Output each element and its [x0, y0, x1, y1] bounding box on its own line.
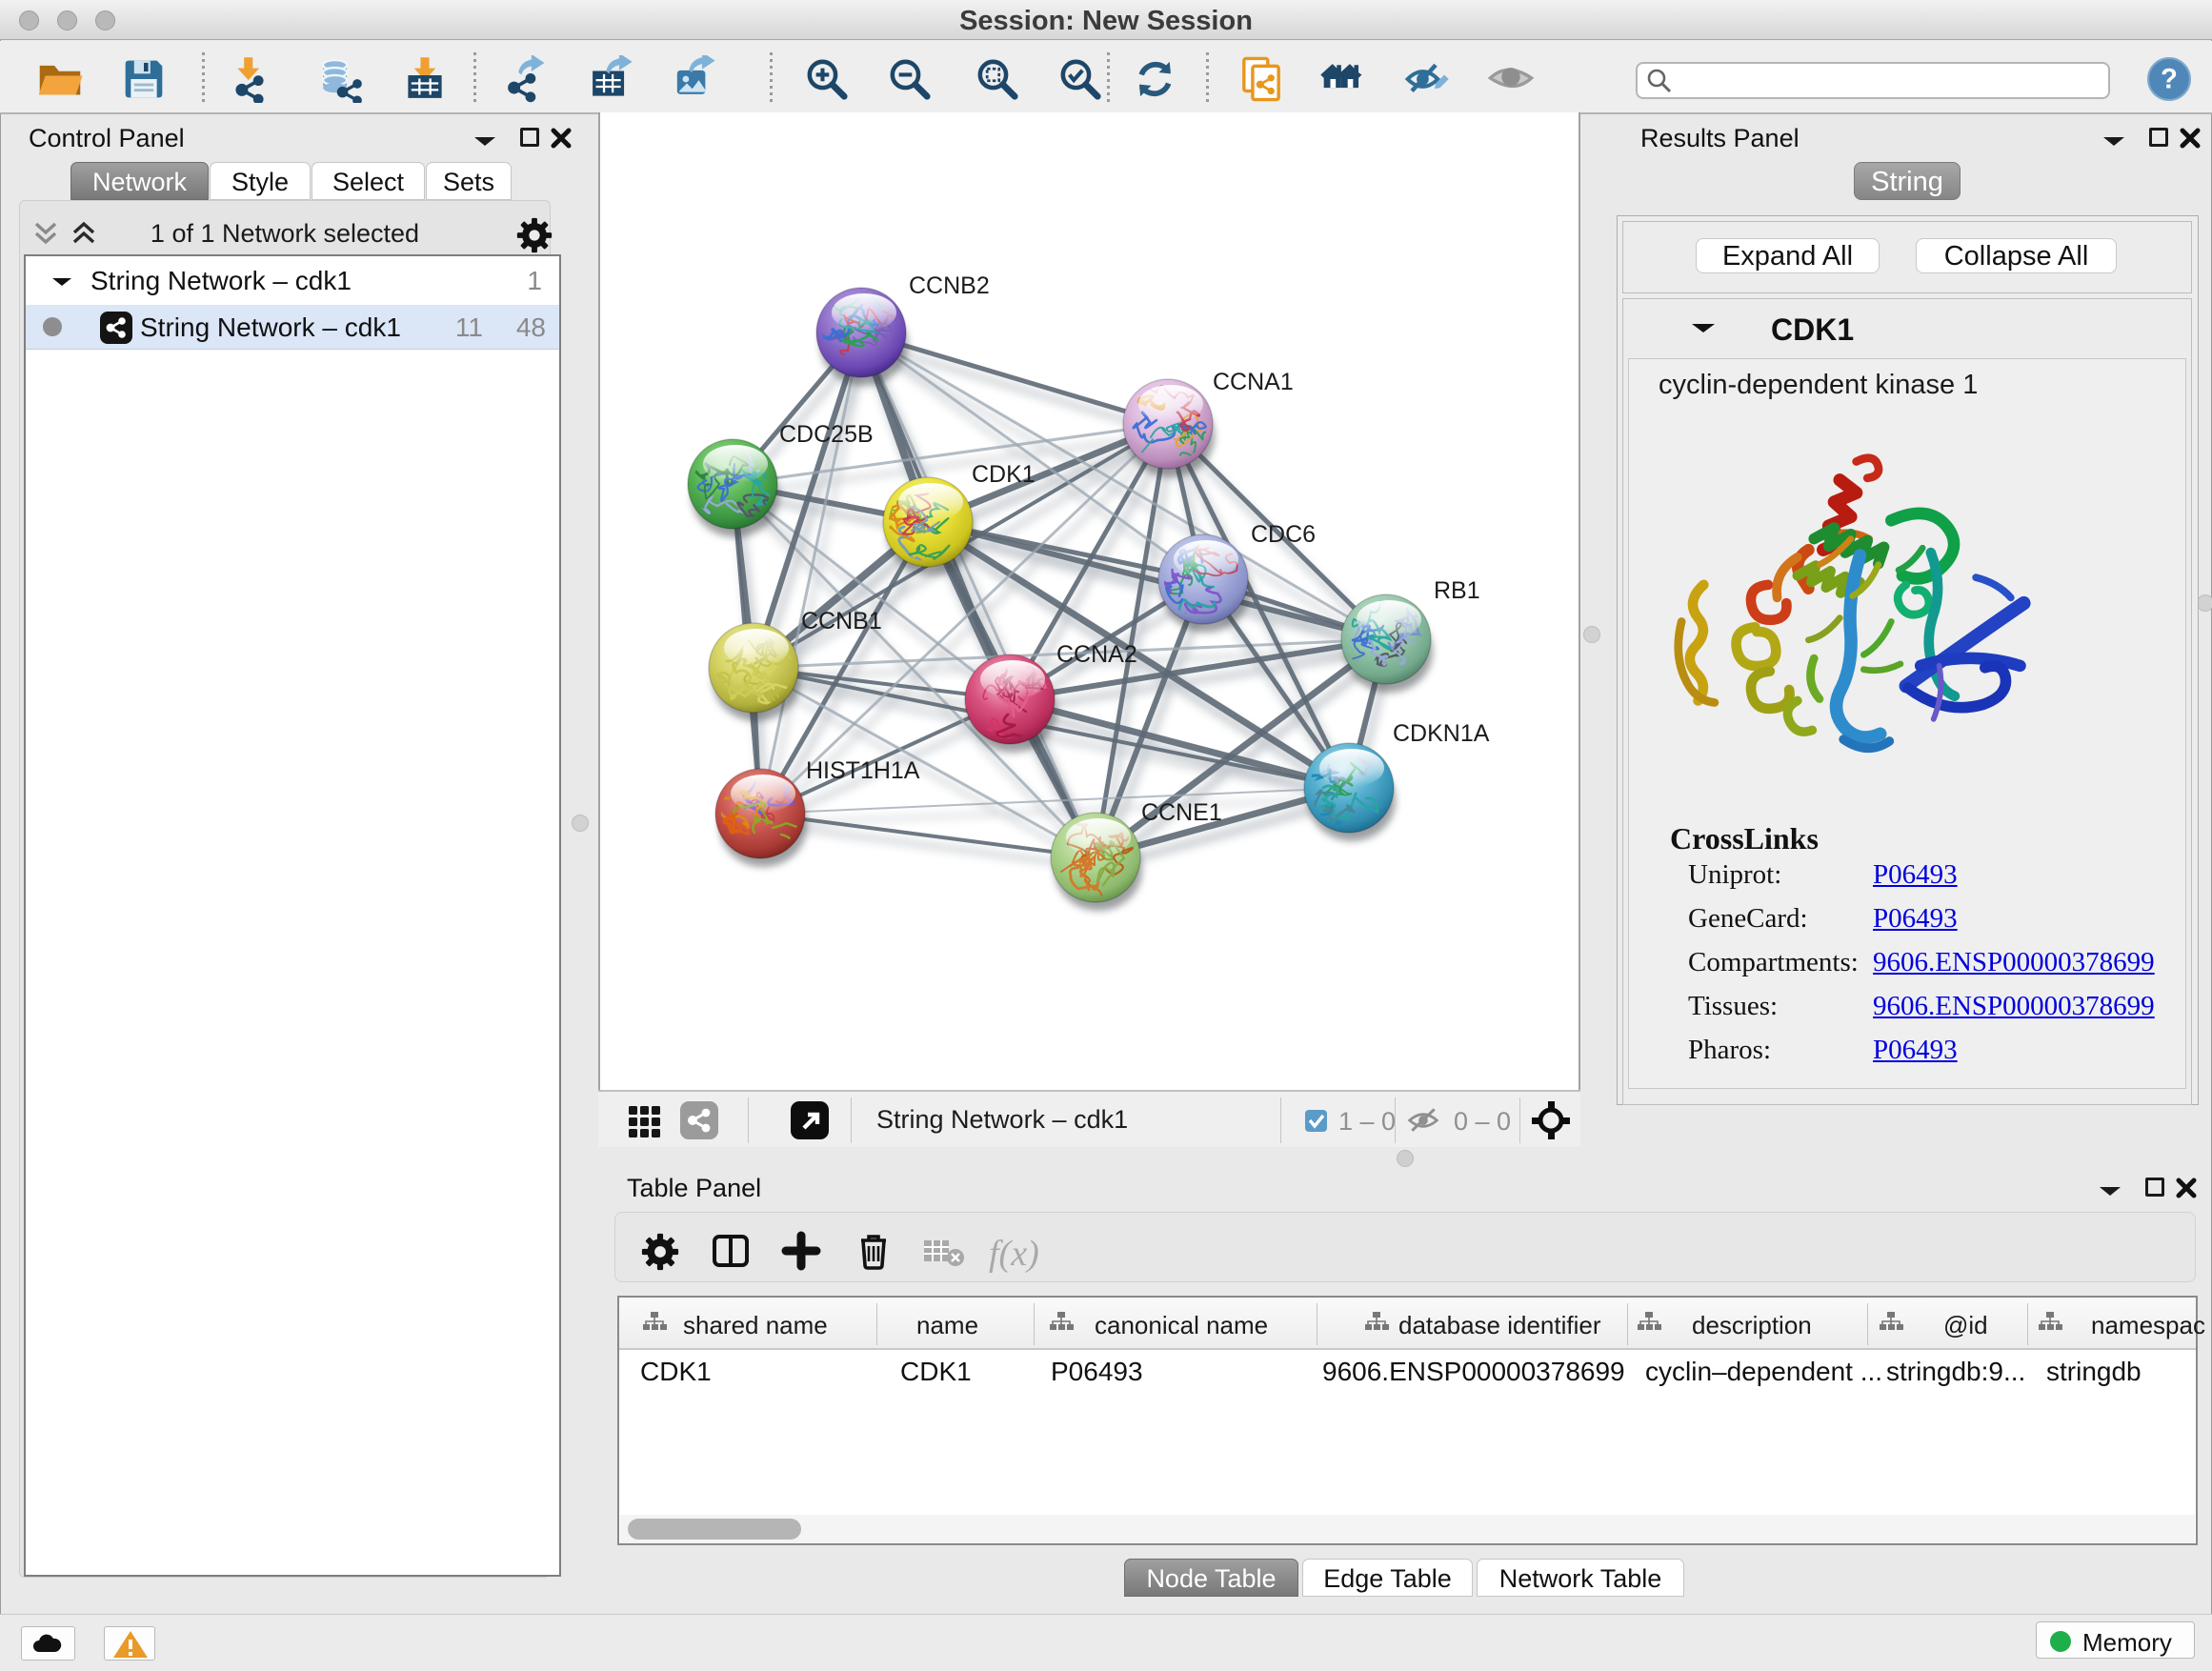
svg-text:CCNA1: CCNA1: [1213, 369, 1294, 395]
svg-text:RB1: RB1: [1434, 577, 1480, 604]
svg-text:CDC25B: CDC25B: [779, 421, 874, 448]
svg-text:CDC6: CDC6: [1251, 521, 1316, 548]
svg-text:CDK1: CDK1: [972, 461, 1036, 488]
svg-text:CCNB1: CCNB1: [801, 608, 882, 634]
svg-text:CDKN1A: CDKN1A: [1393, 720, 1490, 747]
svg-text:?: ?: [2161, 64, 2178, 94]
svg-text:HIST1H1A: HIST1H1A: [806, 757, 920, 784]
svg-text:CCNB2: CCNB2: [909, 272, 990, 299]
svg-text:CCNA2: CCNA2: [1056, 641, 1137, 668]
svg-text:CCNE1: CCNE1: [1141, 799, 1222, 826]
